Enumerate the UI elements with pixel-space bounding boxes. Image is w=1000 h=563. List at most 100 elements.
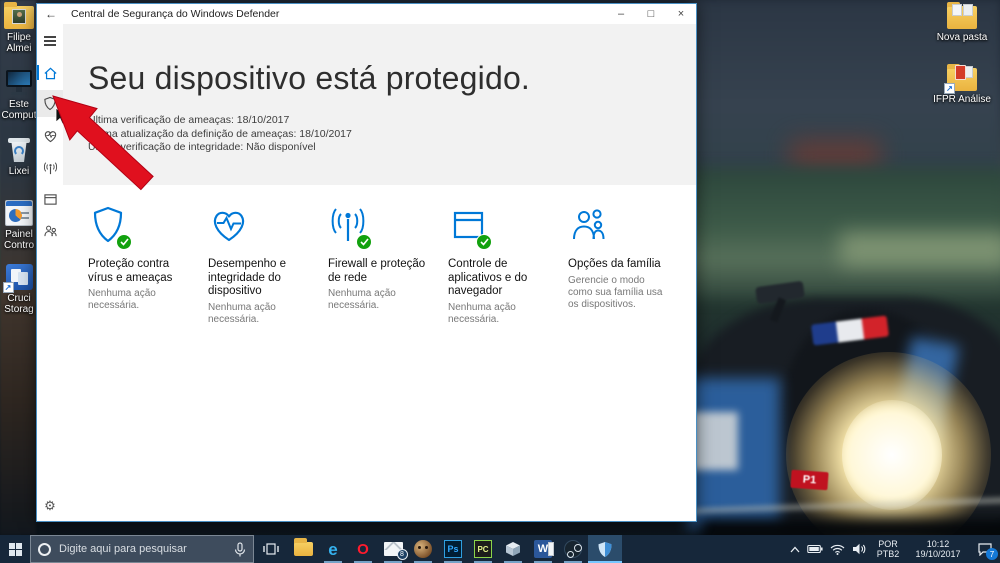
mail-unread-badge: 8 (396, 549, 408, 560)
wallpaper-headlight-glow (786, 352, 991, 557)
maximize-button[interactable]: □ (636, 4, 666, 24)
tile-subtitle: Nenhuma ação necessária. (88, 288, 156, 311)
wallpaper-track-line (690, 497, 1000, 514)
taskbar-photoshop[interactable]: Ps (438, 535, 468, 563)
family-icon (573, 209, 605, 240)
opera-icon: O (357, 540, 369, 558)
tray-chevron-button[interactable] (786, 535, 804, 563)
task-view-button[interactable] (254, 535, 288, 563)
tray-language-indicator[interactable]: POR PTB2 (870, 535, 906, 563)
tile-title: Desempenho e integridade do dispositivo (208, 258, 286, 297)
device-health-icon (213, 211, 245, 242)
tile-firewall-network[interactable]: Firewall e proteção de rede Nenhuma ação… (328, 205, 431, 326)
icon-label: Cruci (7, 293, 31, 304)
wifi-icon (830, 544, 844, 555)
minimize-button[interactable]: – (606, 4, 636, 24)
action-center-button[interactable]: 7 (970, 535, 1000, 563)
keyboard-layout: PTB2 (876, 549, 900, 559)
tile-device-health[interactable]: Desempenho e integridade do dispositivo … (208, 205, 311, 326)
desktop-icon-user-files[interactable]: Filipe Almei (0, 2, 38, 54)
icon-label: Lixei (8, 166, 30, 177)
menu-icon (44, 36, 56, 46)
desktop-icon-this-pc[interactable]: Este Comput (0, 70, 38, 121)
wireless-icon (43, 161, 57, 174)
desktop-icon-ifpr-analise[interactable]: ↗ IFPR Análise (933, 64, 991, 105)
notification-count-badge: 7 (986, 548, 998, 560)
folder-red-doc-icon: ↗ (944, 64, 977, 94)
tile-title: Firewall e proteção de rede (328, 258, 426, 284)
tray-battery[interactable] (804, 535, 826, 563)
desktop-icon-control-panel[interactable]: Painel Contro (0, 200, 38, 251)
settings-button[interactable]: ⚙ (37, 494, 63, 516)
desktop-icon-recycle-bin[interactable]: Lixei (0, 136, 38, 177)
device-health-icon (44, 131, 56, 143)
desktop-icon-nova-pasta[interactable]: Nova pasta (937, 2, 987, 43)
wallpaper-headlight-core (842, 400, 942, 510)
sidebar-item-home[interactable] (37, 62, 63, 84)
tile-app-browser-control[interactable]: Controle de aplicativos e do navegador N… (448, 205, 551, 326)
icon-label: Este (8, 99, 29, 110)
system-tray: POR PTB2 10:12 19/10/2017 7 (786, 535, 1000, 563)
wallpaper-track-band (670, 168, 1000, 298)
start-button[interactable] (0, 535, 30, 563)
pycharm-icon: PC (474, 540, 492, 558)
app-browser-icon (43, 193, 57, 205)
taskbar-mail[interactable]: 8 (378, 535, 408, 563)
language-code: POR (878, 539, 898, 549)
tile-subtitle: Gerencie o modo como sua família usa os … (568, 274, 663, 310)
close-button[interactable]: × (666, 4, 696, 24)
icon-label: Almei (6, 43, 32, 54)
taskbar-steam[interactable] (558, 535, 588, 563)
tile-family-options[interactable]: Opções da família Gerencie o modo como s… (568, 205, 671, 326)
wallpaper-p1-badge: P1 (790, 469, 829, 491)
desktop: P1 Filipe Almei Este Comput Lixei Painel… (0, 0, 1000, 563)
wallpaper-car-mirror-stem (769, 297, 787, 323)
speaker-icon (853, 543, 866, 555)
home-icon (43, 67, 57, 79)
nav-sidebar: ⚙ (37, 24, 63, 521)
wallpaper-car-nose (766, 299, 974, 546)
microphone-icon[interactable] (234, 541, 246, 557)
defender-window: ← Central de Segurança do Windows Defend… (36, 3, 697, 522)
sidebar-item-family[interactable] (37, 220, 63, 242)
taskbar-search-box[interactable]: Digite aqui para pesquisar (30, 535, 254, 563)
tile-subtitle: Nenhuma ação necessária. (448, 301, 516, 325)
recycle-bin-icon (7, 136, 31, 163)
taskbar-edge[interactable]: e (318, 535, 348, 563)
tile-subtitle: Nenhuma ação necessária. (328, 288, 396, 311)
taskbar-mascot-app[interactable] (408, 535, 438, 563)
taskbar-opera[interactable]: O (348, 535, 378, 563)
back-button[interactable]: ← (37, 7, 65, 21)
desktop-icon-crucial-storage[interactable]: ↗ Cruci Storag (0, 264, 38, 315)
menu-button[interactable] (37, 30, 63, 52)
family-icon (43, 225, 57, 237)
user-folder-icon (4, 2, 34, 29)
taskbar-file-explorer[interactable] (288, 535, 318, 563)
taskbar-cube-app[interactable] (498, 535, 528, 563)
sidebar-item-app-browser[interactable] (37, 188, 63, 210)
tray-clock[interactable]: 10:12 19/10/2017 (906, 535, 970, 563)
status-line-health-scan: Última verificação de integridade: Não d… (88, 141, 316, 153)
title-bar[interactable]: ← Central de Segurança do Windows Defend… (37, 4, 696, 24)
wallpaper-car-body (688, 298, 1000, 543)
clock-time: 10:12 (926, 539, 950, 549)
taskbar-pycharm[interactable]: PC (468, 535, 498, 563)
sidebar-item-virus-protection[interactable] (37, 92, 63, 114)
ok-check-badge (116, 234, 132, 250)
wallpaper-car-stripe (888, 336, 960, 459)
tray-volume[interactable] (848, 535, 870, 563)
photoshop-icon: Ps (444, 540, 462, 558)
wallpaper-french-flag (811, 315, 889, 346)
tray-wifi[interactable] (826, 535, 848, 563)
defender-shield-icon (598, 541, 612, 557)
icon-label: Comput (1, 110, 37, 121)
tile-virus-protection[interactable]: Proteção contra vírus e ameaças Nenhuma … (88, 205, 191, 326)
sidebar-item-firewall-network[interactable] (37, 157, 63, 179)
taskbar-word[interactable]: W (528, 535, 558, 563)
wallpaper-car-mirror (755, 280, 805, 305)
taskbar-defender-active[interactable] (588, 535, 622, 563)
sidebar-item-device-health[interactable] (37, 125, 63, 147)
wallpaper-red-blur (790, 140, 880, 170)
wallpaper-car-panel (692, 412, 738, 470)
windows-logo-icon (8, 542, 22, 556)
